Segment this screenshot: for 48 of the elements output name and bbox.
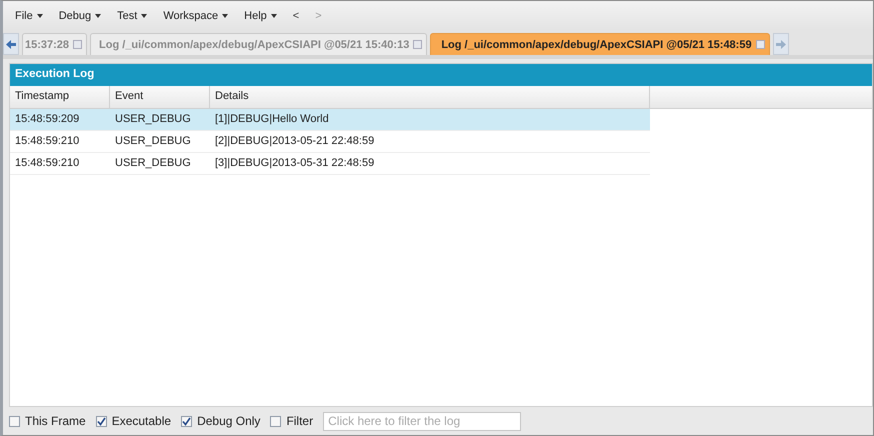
menu-item[interactable]: Debug bbox=[52, 6, 108, 24]
tab[interactable]: Log /_ui/common/apex/debug/ApexCSIAPI @05/21 15:48:59 bbox=[430, 33, 770, 55]
table-row[interactable]: 15:48:59:209 USER_DEBUG [1]|DEBUG|Hello World bbox=[10, 109, 650, 131]
checkbox-box[interactable] bbox=[181, 416, 192, 426]
close-icon[interactable] bbox=[756, 40, 765, 49]
checkbox[interactable]: This Frame bbox=[9, 414, 86, 428]
caret-icon bbox=[222, 14, 228, 18]
right-arrow-icon bbox=[776, 40, 786, 48]
table-cell-text: USER_DEBUG bbox=[114, 156, 192, 171]
checkbox-box[interactable] bbox=[96, 416, 107, 426]
table-row[interactable]: 15:48:59:210 USER_DEBUG [2]|DEBUG|2013-05-21 22:48:59 bbox=[10, 131, 650, 153]
caret-icon bbox=[141, 14, 148, 18]
table-cell-text: [3]|DEBUG|2013-05-31 22:48:59 bbox=[214, 156, 376, 171]
menu-item[interactable]: Test bbox=[111, 6, 154, 24]
menu-item[interactable]: File bbox=[9, 6, 49, 24]
checkbox-label: Debug Only bbox=[197, 414, 260, 428]
column-header[interactable]: Timestamp bbox=[10, 86, 110, 108]
checkbox-label: This Frame bbox=[25, 414, 86, 428]
checkbox-box[interactable] bbox=[270, 416, 282, 426]
panel-title: Execution Log bbox=[10, 64, 872, 86]
left-arrow-icon bbox=[6, 40, 16, 48]
checkbox[interactable]: Debug Only bbox=[181, 414, 260, 428]
scroll-left-button[interactable] bbox=[3, 33, 19, 55]
table-cell-text: USER_DEBUG bbox=[114, 112, 192, 127]
table-cell-text: 15:48:59:209 bbox=[14, 112, 80, 127]
checkbox[interactable]: Executable bbox=[96, 414, 172, 428]
back-button[interactable]: < bbox=[286, 6, 306, 24]
menu-item[interactable]: Help bbox=[238, 6, 283, 24]
caret-icon bbox=[270, 14, 277, 18]
checkbox-box[interactable] bbox=[9, 416, 20, 426]
close-icon[interactable] bbox=[73, 40, 82, 49]
table-cell-text: 15:48:59:210 bbox=[14, 134, 80, 149]
filter-field[interactable]: Click here to filter the log bbox=[323, 412, 522, 430]
checkbox[interactable]: Filter bbox=[270, 414, 314, 428]
checkbox-label: Filter bbox=[286, 414, 314, 428]
column-header[interactable]: Event bbox=[110, 86, 210, 108]
caret-icon bbox=[95, 14, 102, 18]
table-row[interactable]: 15:48:59:210 USER_DEBUG [3]|DEBUG|2013-05-31 22:48:59 bbox=[10, 153, 650, 175]
checkbox-label: Executable bbox=[112, 414, 172, 428]
scroll-right-button[interactable] bbox=[772, 33, 789, 55]
table-cell-text: [1]|DEBUG|Hello World bbox=[214, 112, 330, 127]
menu-item[interactable]: Workspace bbox=[157, 6, 234, 24]
table-cell-text: 15:48:59:210 bbox=[14, 156, 80, 171]
table-cell-text: [2]|DEBUG|2013-05-21 22:48:59 bbox=[214, 134, 376, 149]
caret-icon bbox=[36, 14, 43, 18]
column-header[interactable]: Details bbox=[210, 86, 650, 108]
table-cell-text: USER_DEBUG bbox=[114, 134, 192, 149]
close-icon[interactable] bbox=[413, 40, 422, 49]
